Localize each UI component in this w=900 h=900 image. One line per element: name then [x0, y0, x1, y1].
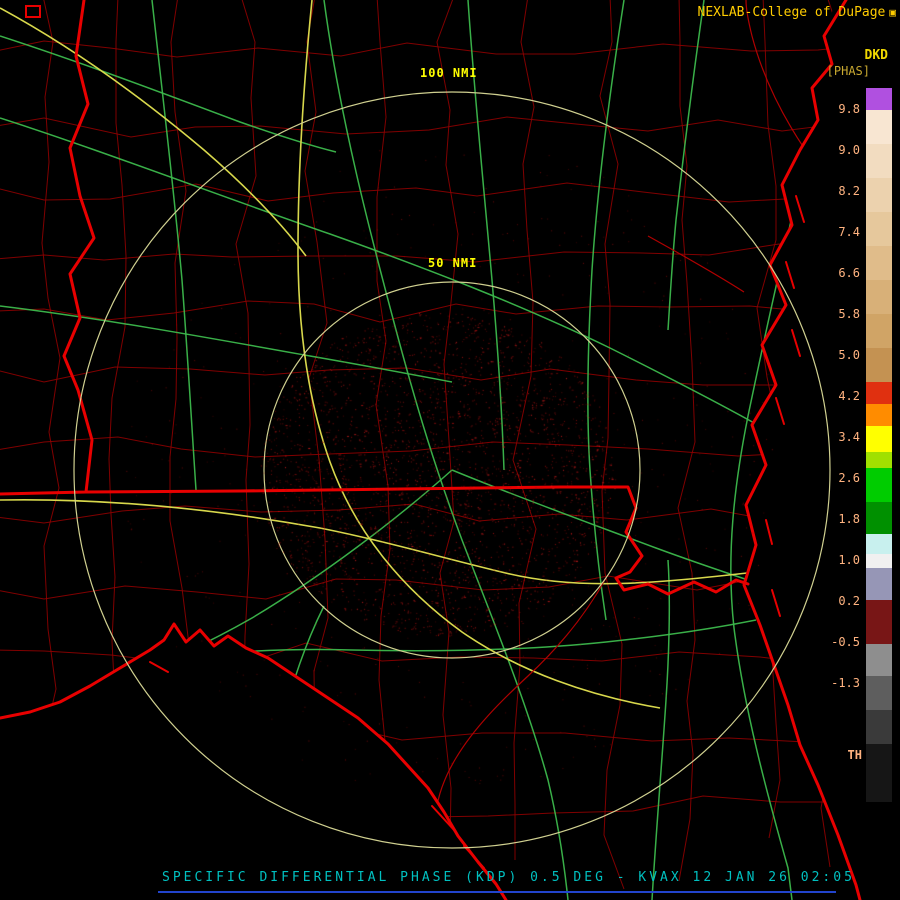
colorbar-tick: 7.4 — [838, 225, 860, 239]
cod-logo-icon: ▣ — [889, 6, 896, 19]
colorbar-segment — [866, 314, 892, 348]
colorbar-tick: 5.0 — [838, 348, 860, 362]
product-code: DKD — [864, 48, 888, 63]
colorbar-tick: 0.2 — [838, 594, 860, 608]
colorbar-segment — [866, 404, 892, 426]
colorbar-segment — [866, 348, 892, 382]
brand: NEXLAB-College of DuPage ▣ — [698, 5, 896, 20]
colorbar-segment — [866, 280, 892, 314]
colorbar-segment — [866, 452, 892, 468]
range-ring-label-50: 50 NMI — [428, 256, 478, 270]
colorbar-bottom-label: TH — [847, 748, 862, 762]
radar-display: 100 NMI 50 NMI NEXLAB-College of DuPage … — [0, 0, 900, 900]
colorbar-segment — [866, 676, 892, 710]
colorbar-segment — [866, 554, 892, 568]
colorbar-segment — [866, 426, 892, 452]
colorbar-segment — [866, 744, 892, 802]
colorbar-tick: 1.0 — [838, 553, 860, 567]
radar-data-layer — [0, 0, 900, 900]
range-ring-label-100: 100 NMI — [420, 66, 478, 80]
colorbar-tick: 6.6 — [838, 266, 860, 280]
colorbar-segment — [866, 644, 892, 676]
colorbar-tick: 3.4 — [838, 430, 860, 444]
colorbar-segment — [866, 468, 892, 502]
colorbar-segment — [866, 382, 892, 404]
colorbar-tick: 5.8 — [838, 307, 860, 321]
brand-text: NEXLAB-College of DuPage — [697, 5, 886, 20]
colorbar-tick: -1.3 — [831, 676, 860, 690]
colorbar-segment — [866, 178, 892, 212]
colorbar-segment — [866, 246, 892, 280]
colorbar-segment — [866, 144, 892, 178]
colorbar-segment — [866, 534, 892, 554]
colorbar-tick: 8.2 — [838, 184, 860, 198]
product-title: SPECIFIC DIFFERENTIAL PHASE (KDP) 0.5 DE… — [162, 870, 855, 885]
colorbar-tick: 2.6 — [838, 471, 860, 485]
colorbar-segment — [866, 212, 892, 246]
colorbar-tick: -0.5 — [831, 635, 860, 649]
colorbar-segment — [866, 600, 892, 644]
colorbar-segment — [866, 710, 892, 744]
colorbar-tick: 1.8 — [838, 512, 860, 526]
colorbar-tick: 9.0 — [838, 143, 860, 157]
colorbar-tick: 4.2 — [838, 389, 860, 403]
colorbar — [866, 88, 892, 802]
colorbar-segment — [866, 110, 892, 144]
product-tag: [PHAS] — [826, 64, 870, 78]
colorbar-segment — [866, 568, 892, 600]
colorbar-segment — [866, 88, 892, 110]
status-underline — [158, 891, 836, 893]
colorbar-segment — [866, 502, 892, 534]
status-bar: SPECIFIC DIFFERENTIAL PHASE (KDP) 0.5 DE… — [158, 870, 855, 893]
colorbar-tick: 9.8 — [838, 102, 860, 116]
